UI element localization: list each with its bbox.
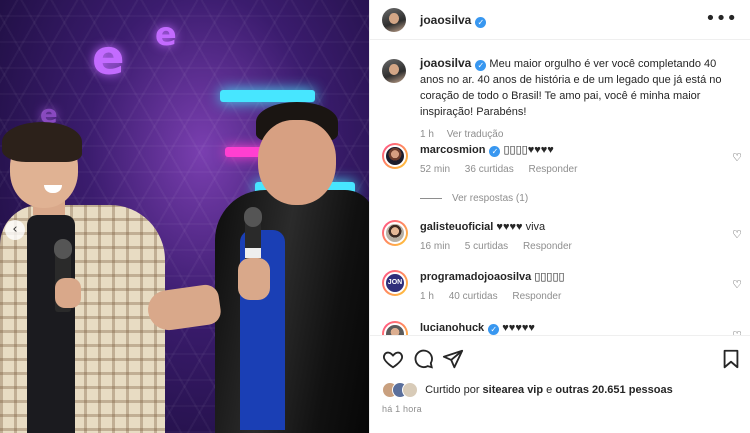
view-replies-button[interactable]: Ver respostas (1)	[420, 193, 528, 204]
older-man-hand	[238, 258, 270, 300]
comment-text: ♥♥♥♥♥	[502, 322, 535, 334]
liked-by-text: Curtido por sitearea vip e outras 20.651…	[425, 384, 673, 396]
chevron-left-icon[interactable]: ‹	[5, 220, 25, 240]
liker-avatars	[382, 382, 418, 398]
comment-avatar[interactable]	[382, 321, 408, 335]
reply-button[interactable]: Responder	[523, 241, 572, 252]
older-man-face	[258, 120, 336, 205]
comment-line: programadojoaosilva ▯▯▯▯▯	[420, 270, 742, 284]
comment-item: marcosmion ✓ ▯▯▯▯♥♥♥♥ 52 min 36 curtidas …	[382, 143, 742, 183]
comment-icon[interactable]	[412, 348, 434, 370]
comment-item: lucianohuck✓ ♥♥♥♥♥ ♡	[382, 321, 742, 335]
neon-decoration: e	[155, 15, 177, 53]
post-header: joaosilva ✓ •••	[370, 0, 750, 40]
young-man-hair	[2, 122, 82, 162]
bookmark-icon[interactable]	[720, 348, 742, 370]
view-replies-label[interactable]: Ver respostas (1)	[452, 193, 528, 204]
comment-avatar[interactable]	[382, 143, 408, 169]
comment-item: JON programadojoaosilva ▯▯▯▯▯ 1 h 40 cur…	[382, 270, 742, 310]
comment-meta: 1 h 40 curtidas Responder	[420, 291, 742, 302]
comment-meta: 52 min 36 curtidas Responder	[420, 164, 742, 175]
comment-username[interactable]: lucianohuck	[420, 322, 484, 334]
liked-by-others[interactable]: outras 20.651 pessoas	[555, 384, 672, 396]
post-photo[interactable]: e e e ‹	[0, 0, 369, 433]
comment-avatar[interactable]: JON	[382, 270, 408, 296]
comment-username[interactable]: programadojoaosilva	[420, 271, 531, 283]
post-side-panel: joaosilva ✓ ••• joaosilva ✓ Meu maior orgu…	[369, 0, 750, 433]
comment-meta: 16 min 5 curtidas Responder	[420, 241, 742, 252]
caption-body: joaosilva ✓ Meu maior orgulho é ver você …	[420, 55, 742, 120]
comment-text: ▯▯▯▯▯	[534, 271, 565, 283]
comment-line: galisteuoficial ♥♥♥♥ viva	[420, 220, 742, 234]
owner-username-text[interactable]: joaosilva	[420, 13, 471, 27]
liked-by-user[interactable]: sitearea vip	[483, 384, 544, 396]
post-caption: joaosilva ✓ Meu maior orgulho é ver você …	[382, 55, 742, 140]
comment-line: lucianohuck ✓ ♥♥♥♥♥	[420, 321, 742, 335]
verified-icon: ✓	[488, 324, 500, 335]
comment-username[interactable]: marcosmion	[420, 144, 485, 156]
comment-time[interactable]: 52 min	[420, 164, 450, 175]
comment-username[interactable]: galisteuoficial	[420, 221, 493, 233]
neon-decoration: e	[92, 30, 125, 86]
caption-time[interactable]: 1 h	[420, 129, 434, 140]
liker-avatar	[402, 382, 418, 398]
replies-dash	[420, 197, 442, 199]
older-man-jacket	[215, 190, 369, 433]
young-man-shirt	[0, 205, 165, 433]
see-translation-link[interactable]: Ver tradução	[447, 129, 504, 140]
comment-line: marcosmion ✓ ▯▯▯▯♥♥♥♥	[420, 143, 742, 157]
young-man-hand	[55, 278, 81, 308]
heart-icon[interactable]: ♡	[732, 278, 742, 291]
comment-text: ♥♥♥♥ viva	[496, 221, 546, 233]
owner-avatar[interactable]	[382, 8, 406, 32]
liked-by-middle: e	[546, 384, 553, 396]
liked-by[interactable]: Curtido por sitearea vip e outras 20.651…	[382, 382, 673, 400]
heart-icon[interactable]: ♡	[732, 151, 742, 164]
verified-icon: ✓	[475, 17, 487, 28]
comment-avatar[interactable]	[382, 220, 408, 246]
verified-icon: ✓	[475, 60, 487, 71]
reply-button[interactable]: Responder	[512, 291, 561, 302]
caption-username[interactable]: joaosilva	[420, 56, 471, 70]
caption-meta: 1 h Ver tradução	[420, 129, 742, 140]
comment-item: galisteuoficial ♥♥♥♥ viva 16 min 5 curti…	[382, 220, 742, 260]
verified-icon: ✓	[489, 146, 501, 157]
liked-by-prefix: Curtido por	[425, 384, 480, 396]
caption-avatar[interactable]	[382, 59, 406, 83]
more-horizontal-icon[interactable]: •••	[705, 8, 737, 29]
post-time[interactable]: há 1 hora	[382, 404, 422, 414]
comment-text: ▯▯▯▯♥♥♥♥	[503, 144, 554, 156]
owner-username[interactable]: joaosilva ✓	[420, 13, 487, 28]
comment-time[interactable]: 1 h	[420, 291, 434, 302]
heart-icon[interactable]	[382, 348, 404, 370]
comments-list[interactable]: joaosilva ✓ Meu maior orgulho é ver você …	[370, 40, 750, 335]
comment-likes[interactable]: 36 curtidas	[465, 164, 514, 175]
send-icon[interactable]	[442, 348, 464, 370]
heart-icon[interactable]: ♡	[732, 228, 742, 241]
post-actions: Curtido por sitearea vip e outras 20.651…	[370, 335, 750, 433]
comment-likes[interactable]: 40 curtidas	[449, 291, 498, 302]
neon-light	[220, 90, 315, 102]
comment-time[interactable]: 16 min	[420, 241, 450, 252]
reply-button[interactable]: Responder	[529, 164, 578, 175]
comment-likes[interactable]: 5 curtidas	[465, 241, 508, 252]
